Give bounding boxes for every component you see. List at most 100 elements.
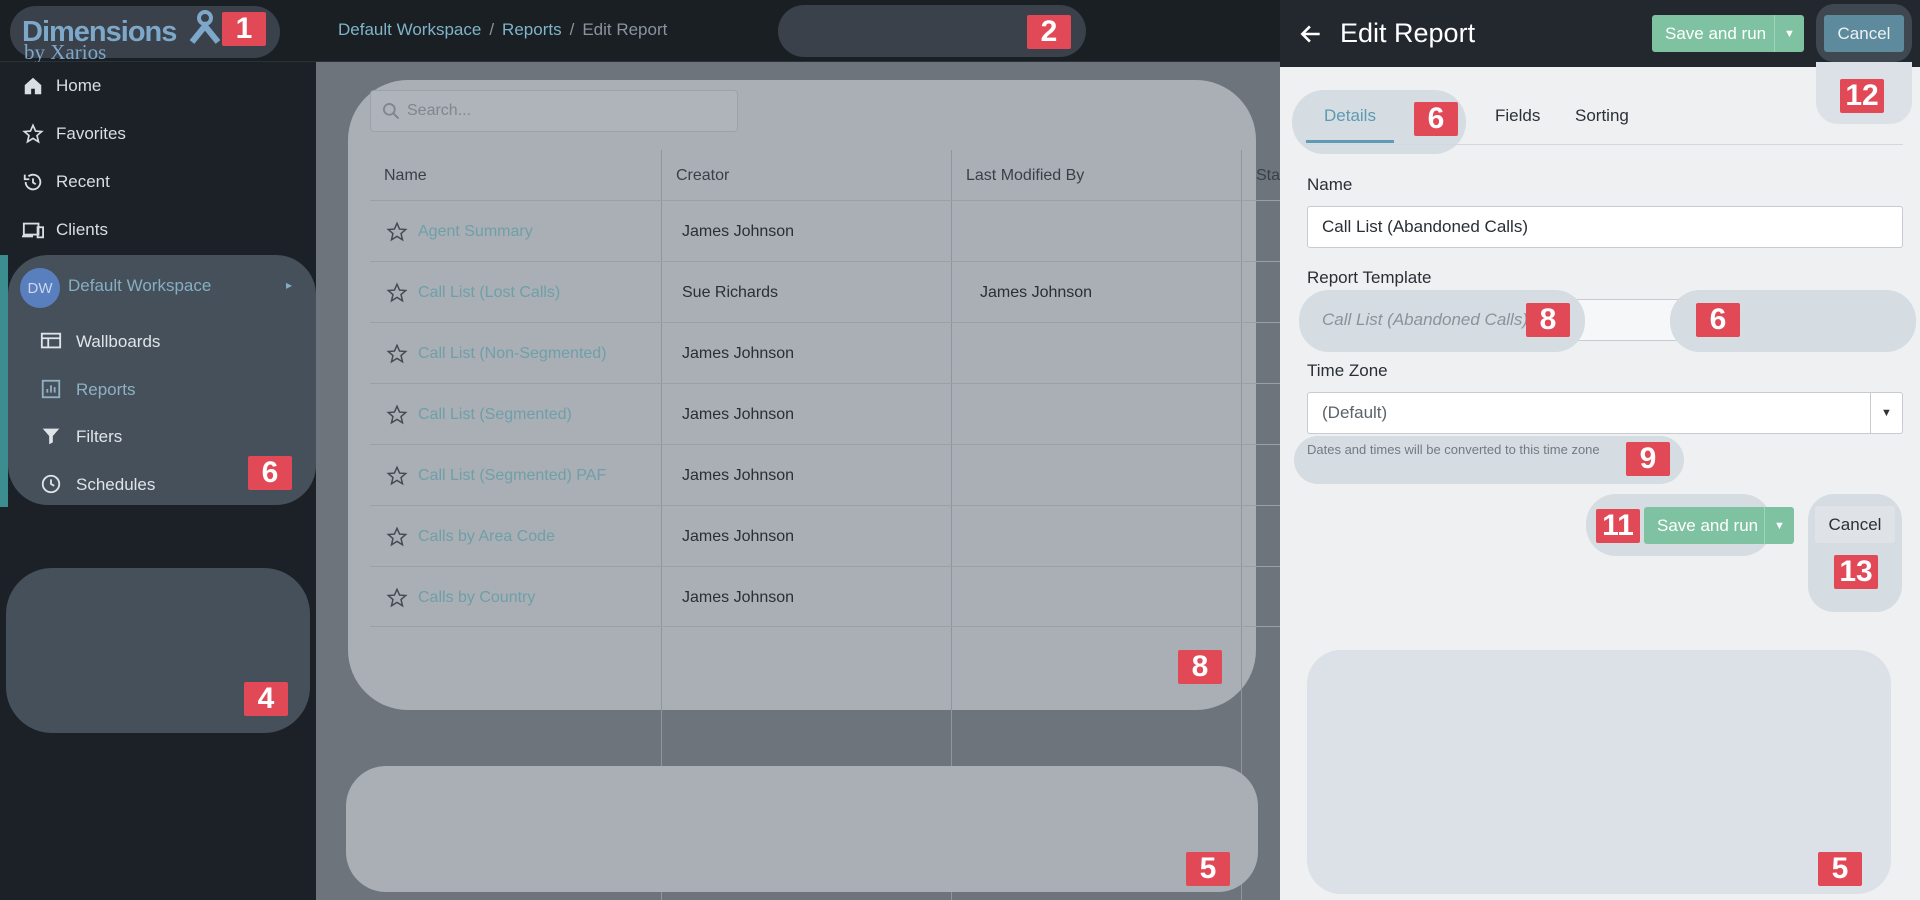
- tabs-divider: [1307, 144, 1903, 145]
- time-zone-select[interactable]: (Default) ▼: [1307, 392, 1903, 434]
- column-header-last-modified[interactable]: Last Modified By: [966, 150, 1084, 202]
- tab-sorting[interactable]: Sorting: [1575, 106, 1629, 126]
- chevron-down-icon[interactable]: ▼: [1764, 507, 1794, 544]
- badge-cancel-top: 12: [1840, 79, 1884, 113]
- cancel-button-top[interactable]: Cancel: [1824, 15, 1904, 52]
- clock-icon: [40, 473, 64, 497]
- report-creator: Sue Richards: [682, 283, 779, 301]
- wallboard-icon: [40, 330, 64, 354]
- table-row[interactable]: Calls by Area Code James Johnson: [370, 505, 1280, 566]
- breadcrumb-separator: /: [569, 20, 575, 39]
- report-name-link[interactable]: Call List (Segmented) PAF: [418, 445, 606, 506]
- report-modified-by: James Johnson: [980, 283, 1093, 301]
- badge-tab-details: 6: [1414, 102, 1458, 136]
- save-and-run-label: Save and run: [1657, 515, 1759, 535]
- star-icon: [20, 121, 46, 147]
- report-name-link[interactable]: Call List (Non-Segmented): [418, 323, 607, 384]
- save-and-run-button-bottom[interactable]: Save and run ▼: [1644, 507, 1794, 544]
- panel-header: Edit Report Save and run ▼ Cancel: [1280, 0, 1920, 67]
- column-header-status[interactable]: Sta: [1256, 150, 1280, 202]
- table-row[interactable]: Call List (Lost Calls) Sue Richards Jame…: [370, 261, 1280, 322]
- favorite-star-icon[interactable]: [386, 323, 408, 384]
- logo-x-icon: [189, 10, 221, 44]
- history-icon: [20, 169, 46, 195]
- home-icon: [20, 73, 46, 99]
- breadcrumb-workspace[interactable]: Default Workspace: [338, 20, 481, 39]
- tab-fields[interactable]: Fields: [1495, 106, 1540, 126]
- cancel-button-bottom[interactable]: Cancel: [1815, 506, 1895, 543]
- badge-table-footer: 5: [1186, 852, 1230, 886]
- search-placeholder: Search...: [407, 102, 472, 119]
- favorite-star-icon[interactable]: [386, 506, 408, 567]
- report-creator: James Johnson: [682, 588, 795, 606]
- sidebar-item-label: Schedules: [76, 475, 156, 494]
- sidebar-item-recent[interactable]: Recent: [0, 158, 316, 206]
- table-footer-region: [346, 766, 1258, 892]
- sidebar-item-home[interactable]: Home: [0, 62, 316, 110]
- badge-logo: 1: [222, 12, 266, 46]
- favorite-star-icon[interactable]: [386, 201, 408, 262]
- favorite-star-icon[interactable]: [386, 445, 408, 506]
- report-name-link[interactable]: Agent Summary: [418, 201, 533, 262]
- badge-cancel-bottom: 13: [1834, 555, 1878, 589]
- back-arrow-icon[interactable]: [1298, 21, 1324, 52]
- favorite-star-icon[interactable]: [386, 567, 408, 628]
- active-tab-indicator: [1306, 140, 1394, 143]
- report-creator: James Johnson: [682, 527, 795, 545]
- save-and-run-button[interactable]: Save and run ▼: [1652, 15, 1804, 52]
- time-zone-label: Time Zone: [1307, 361, 1388, 380]
- badge-topbar: 2: [1027, 15, 1071, 49]
- sidebar-item-favorites[interactable]: Favorites: [0, 110, 316, 158]
- sidebar-item-label: Filters: [76, 427, 123, 446]
- chevron-down-icon[interactable]: ▼: [1774, 15, 1804, 52]
- edit-report-panel: Edit Report Save and run ▼ Cancel 12 Det…: [1280, 0, 1920, 900]
- avatar: DW: [20, 268, 60, 308]
- report-name-link[interactable]: Calls by Country: [418, 567, 535, 628]
- badge-sidebar-empty: 4: [244, 682, 288, 716]
- report-template-value: Call List (Abandoned Calls): [1322, 310, 1528, 329]
- panel-title: Edit Report: [1340, 18, 1476, 48]
- dropdown-arrow-icon[interactable]: ▼: [1870, 393, 1902, 433]
- sidebar-item-clients[interactable]: Clients: [0, 206, 316, 254]
- search-input[interactable]: Search...: [370, 90, 738, 132]
- chevron-right-icon[interactable]: ▸: [286, 278, 292, 292]
- report-name-link[interactable]: Call List (Segmented): [418, 384, 572, 445]
- tab-details[interactable]: Details: [1324, 106, 1376, 126]
- name-label: Name: [1307, 175, 1353, 194]
- devices-icon: [20, 217, 46, 243]
- sidebar-item-label: Recent: [56, 172, 110, 191]
- badge-table-card: 8: [1178, 650, 1222, 684]
- sidebar-item-label: Reports: [76, 380, 136, 399]
- badge-panel-bottom: 5: [1818, 852, 1862, 886]
- table-row[interactable]: Agent Summary James Johnson: [370, 200, 1280, 261]
- breadcrumb-reports[interactable]: Reports: [502, 20, 562, 39]
- workspace-name[interactable]: Default Workspace: [68, 276, 211, 296]
- name-field[interactable]: Call List (Abandoned Calls): [1307, 206, 1903, 248]
- sidebar-item-label: Wallboards: [76, 332, 161, 351]
- report-template-label: Report Template: [1307, 268, 1432, 287]
- workspace-active-bar: [0, 255, 8, 507]
- badge-template-field: 8: [1526, 303, 1570, 337]
- report-name-link[interactable]: Calls by Area Code: [418, 506, 555, 567]
- filter-icon: [40, 425, 64, 449]
- favorite-star-icon[interactable]: [386, 262, 408, 323]
- sidebar-item-wallboards[interactable]: Wallboards: [28, 319, 308, 365]
- report-creator: James Johnson: [682, 222, 795, 240]
- sidebar-item-reports[interactable]: Reports: [28, 367, 308, 413]
- panel-empty-region: [1307, 650, 1891, 894]
- favorite-star-icon[interactable]: [386, 384, 408, 445]
- table-row[interactable]: Call List (Segmented) James Johnson: [370, 383, 1280, 444]
- chart-icon: [40, 378, 64, 402]
- breadcrumb-current: Edit Report: [582, 20, 668, 39]
- column-header-name[interactable]: Name: [384, 150, 427, 202]
- table-row[interactable]: Call List (Segmented) PAF James Johnson: [370, 444, 1280, 505]
- column-header-creator[interactable]: Creator: [676, 150, 729, 202]
- breadcrumb: Default Workspace / Reports / Edit Report: [338, 20, 667, 40]
- report-creator: James Johnson: [682, 405, 795, 423]
- time-zone-hint: Dates and times will be converted to thi…: [1307, 442, 1600, 457]
- sidebar-item-filters[interactable]: Filters: [28, 414, 308, 460]
- table-row[interactable]: Calls by Country James Johnson: [370, 566, 1280, 627]
- report-name-link[interactable]: Call List (Lost Calls): [418, 262, 560, 323]
- table-row[interactable]: Call List (Non-Segmented) James Johnson: [370, 322, 1280, 383]
- sidebar-item-label: Favorites: [56, 124, 126, 143]
